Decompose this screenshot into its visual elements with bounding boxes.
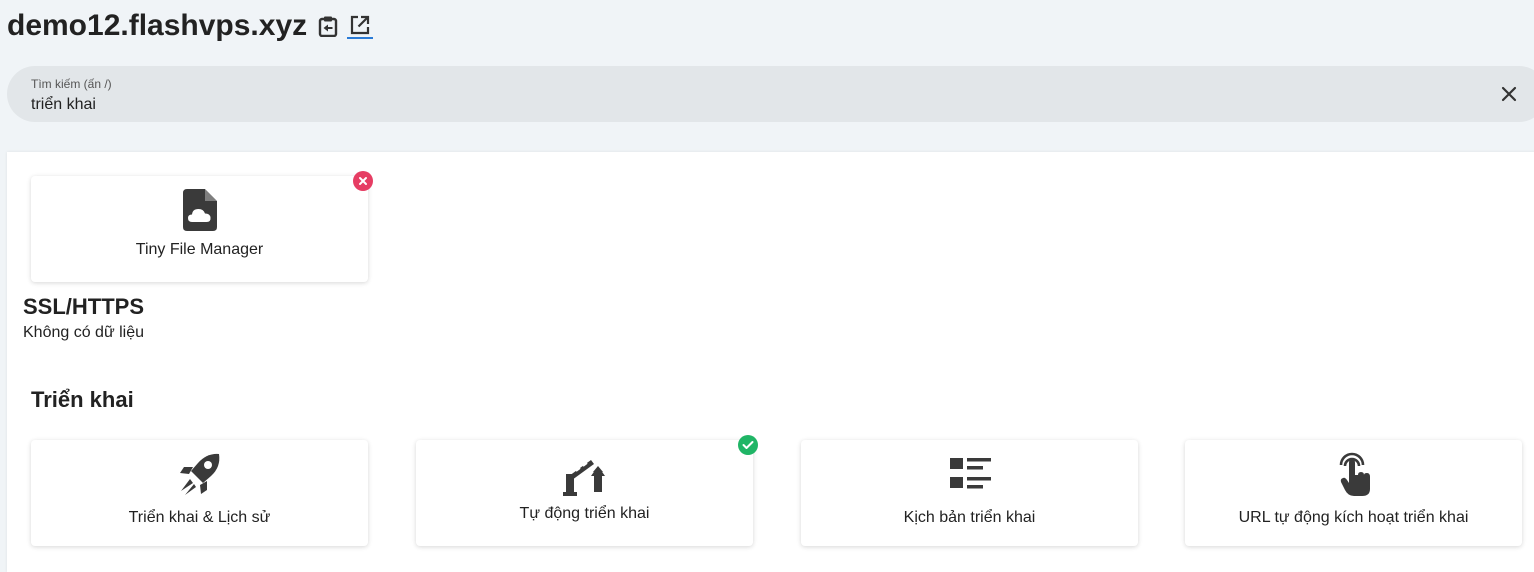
auto-deploy-label: Tự động triển khai — [519, 505, 650, 522]
clipboard-icon[interactable] — [315, 13, 341, 39]
deploy-script-card[interactable]: Kịch bản triển khai — [801, 440, 1138, 546]
page-header: demo12.flashvps.xyz — [7, 6, 374, 46]
check-badge-icon — [738, 435, 758, 455]
auto-deploy-card[interactable]: Tự động triển khai — [416, 435, 758, 546]
tiny-file-manager-card[interactable]: Tiny File Manager — [31, 171, 373, 282]
results-panel: Tiny File Manager SSL/HTTPS Không có dữ … — [7, 152, 1534, 572]
ssl-section-title: SSL/HTTPS — [23, 294, 145, 319]
external-link-icon[interactable] — [347, 13, 374, 39]
tiny-file-manager-label: Tiny File Manager — [135, 241, 264, 258]
file-cloud-icon — [31, 188, 368, 232]
webhook-url-card[interactable]: URL tự động kích hoạt triển khai — [1185, 440, 1522, 546]
touch-icon — [1185, 452, 1522, 496]
search-input[interactable] — [31, 94, 1431, 116]
rocket-icon — [31, 452, 368, 496]
deploy-history-card[interactable]: Triển khai & Lịch sử — [31, 440, 368, 546]
webhook-url-label: URL tự động kích hoạt triển khai — [1238, 509, 1469, 526]
deploy-history-label: Triển khai & Lịch sử — [128, 509, 271, 526]
ssl-empty-text: Không có dữ liệu — [23, 324, 145, 341]
error-badge-icon — [353, 171, 373, 191]
site-title: demo12.flashvps.xyz — [7, 9, 308, 42]
deploy-script-label: Kịch bản triển khai — [903, 509, 1036, 526]
close-icon[interactable] — [1499, 84, 1519, 104]
deploy-section-title: Triển khai — [31, 387, 134, 412]
search-label: Tìm kiếm (ấn /) — [31, 77, 112, 91]
search-box: Tìm kiếm (ấn /) — [7, 66, 1534, 122]
barrier-up-icon — [416, 452, 753, 496]
list-icon — [801, 452, 1138, 496]
